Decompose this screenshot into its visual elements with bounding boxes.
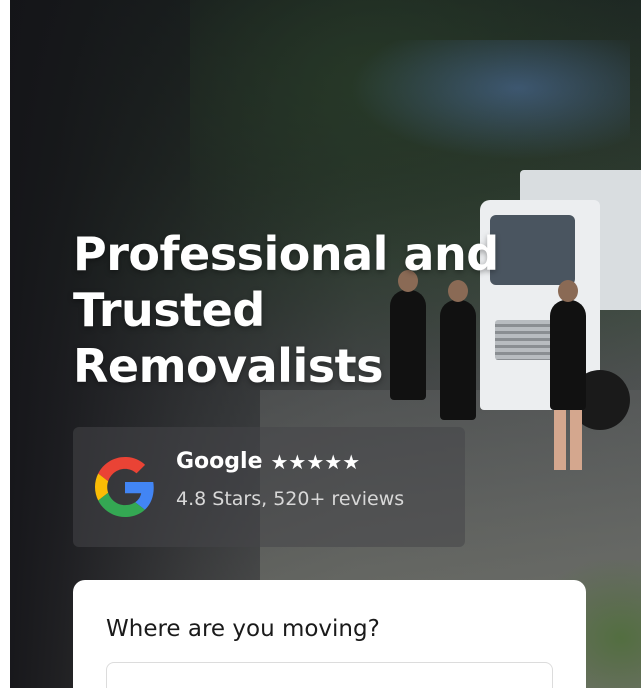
quote-form-card: Where are you moving?: [73, 580, 586, 688]
mover-leg: [554, 410, 566, 470]
hero-sky-decor: [350, 40, 630, 160]
review-brand: Google: [176, 449, 263, 474]
headline-line: Professional and: [73, 227, 499, 281]
form-title: Where are you moving?: [106, 616, 380, 642]
headline-line: Trusted: [73, 283, 265, 337]
review-title: Google ★★★★★: [176, 449, 404, 474]
google-g-icon: [95, 457, 154, 517]
star-rating-icon: ★★★★★: [270, 449, 361, 474]
moving-from-input[interactable]: [106, 662, 553, 688]
review-text: Google ★★★★★ 4.8 Stars, 520+ reviews: [176, 449, 404, 510]
google-review-badge[interactable]: Google ★★★★★ 4.8 Stars, 520+ reviews: [73, 427, 465, 547]
page-edge: [0, 0, 10, 688]
headline-line: Removalists: [73, 339, 383, 393]
hero-headline: Professional and Trusted Removalists: [73, 226, 593, 394]
mover-leg: [570, 410, 582, 470]
review-summary: 4.8 Stars, 520+ reviews: [176, 488, 405, 510]
